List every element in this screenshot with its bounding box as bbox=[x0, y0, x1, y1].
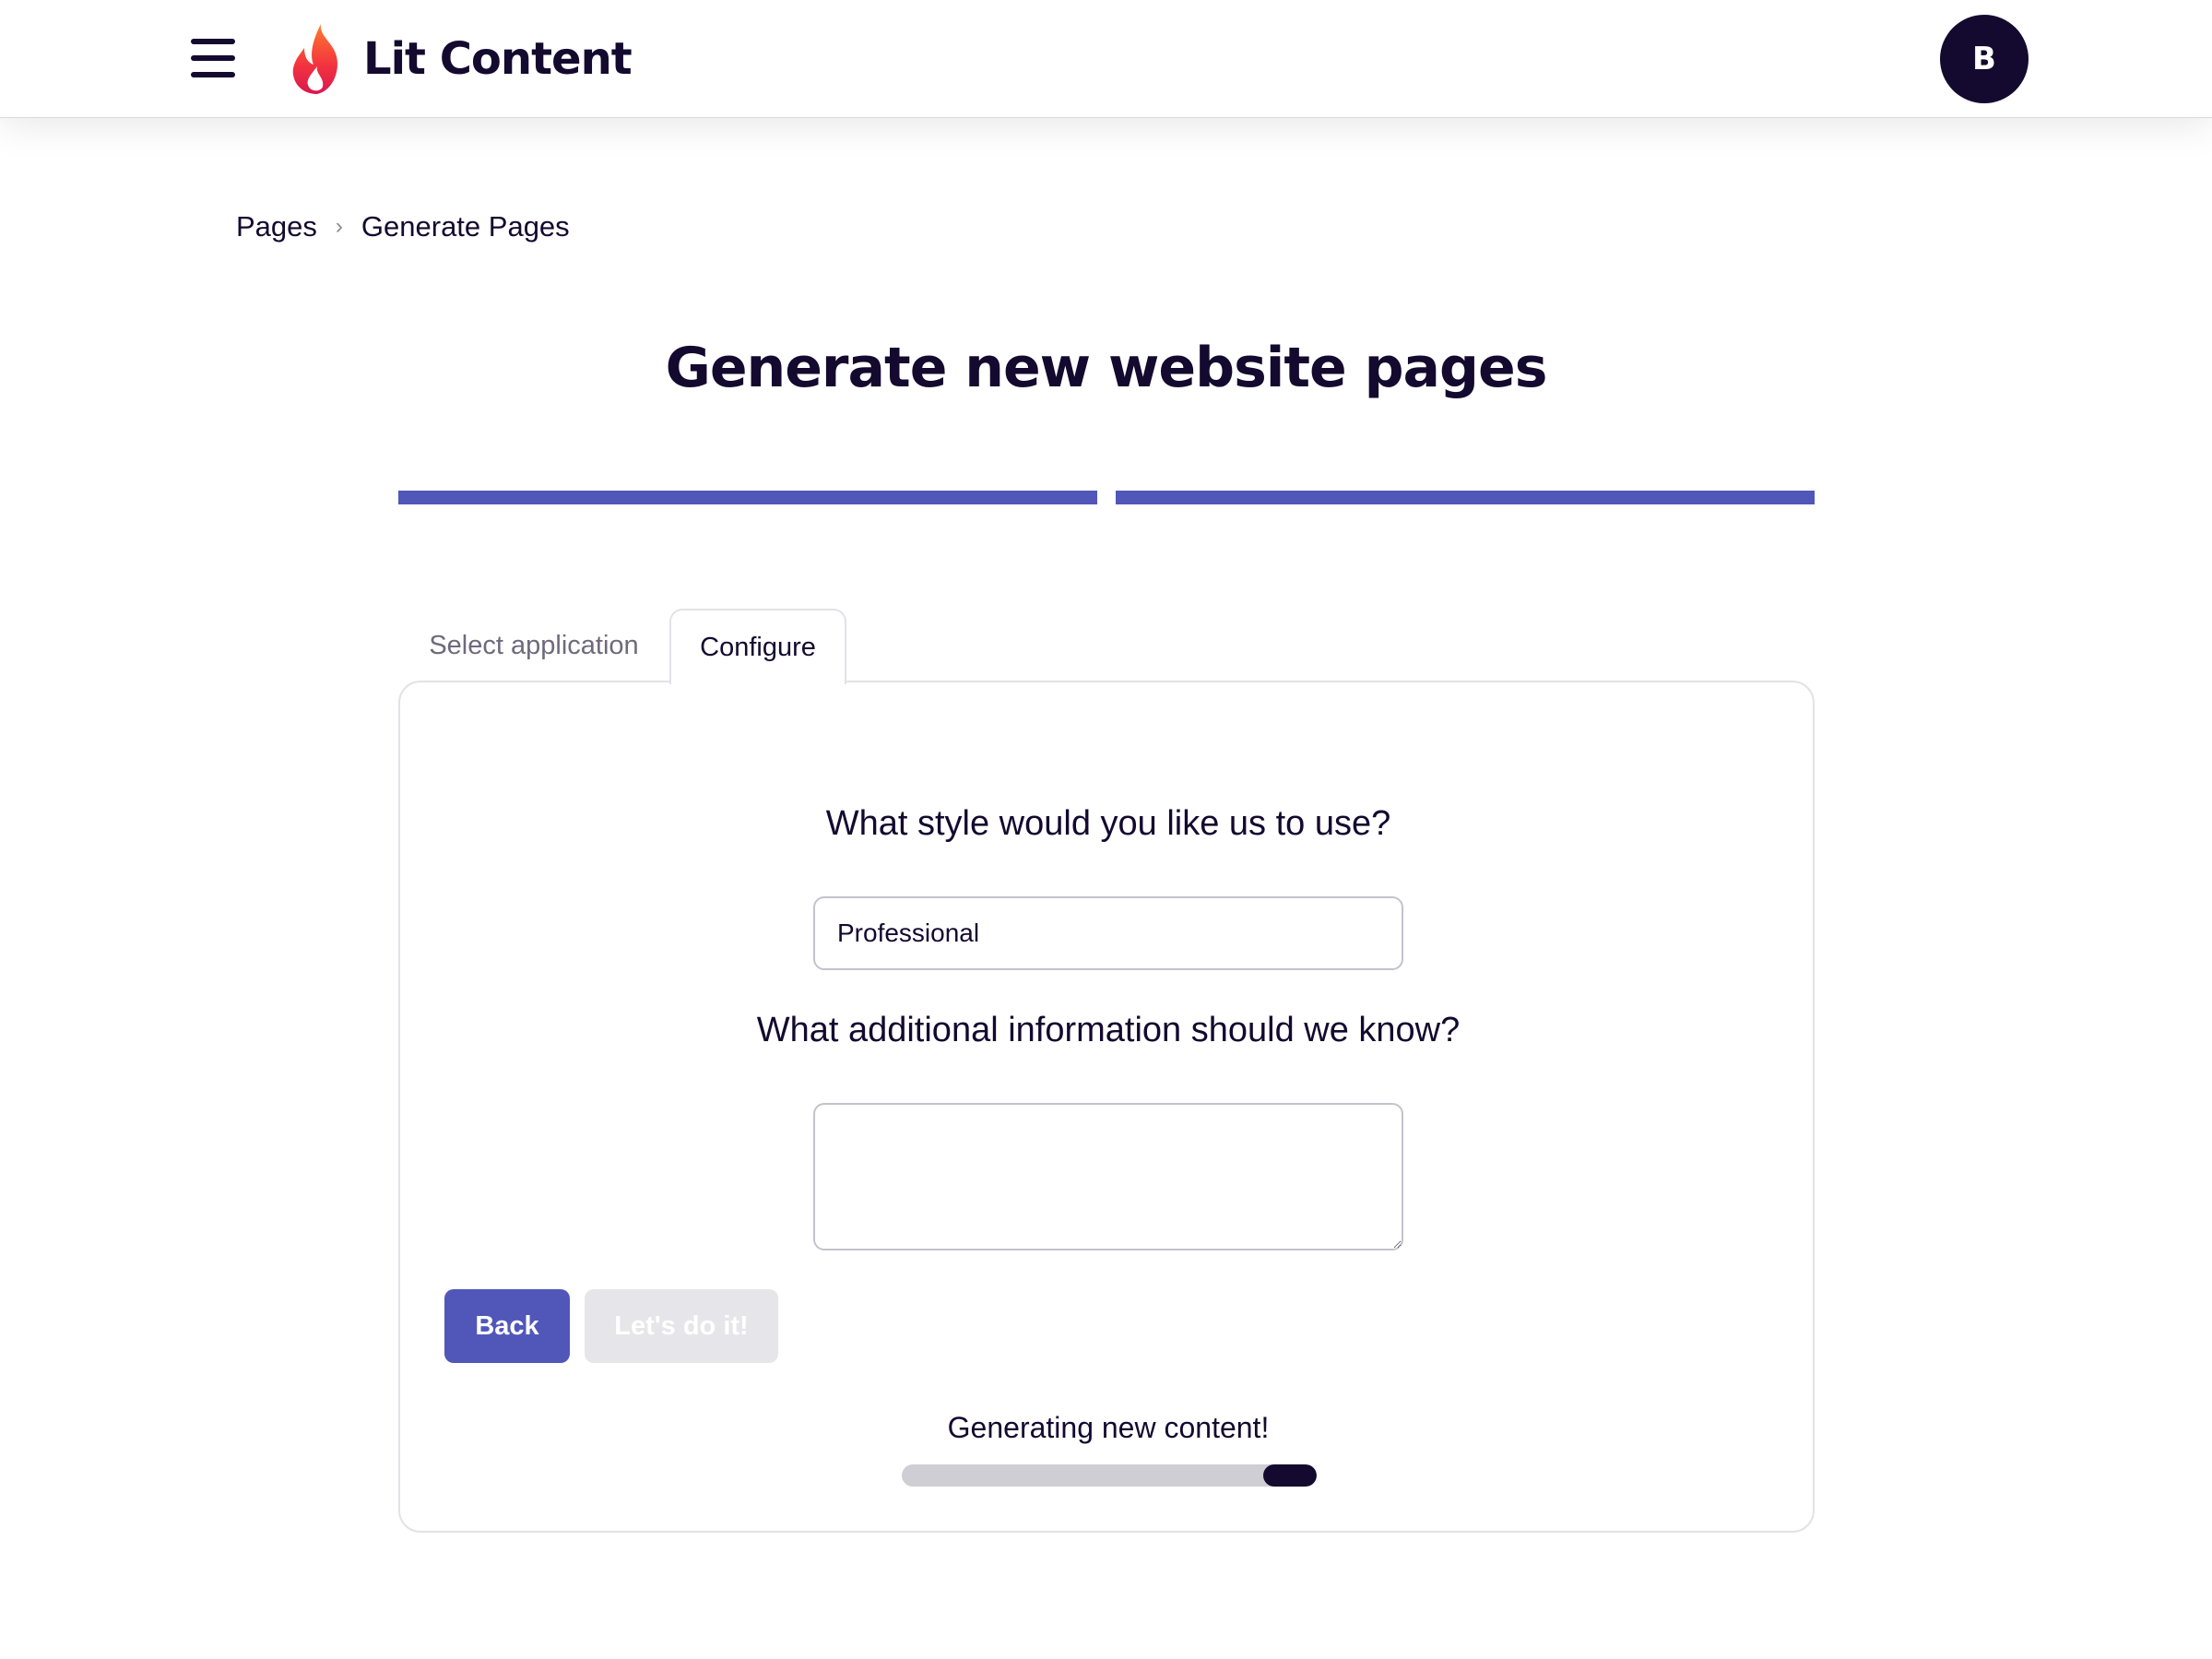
breadcrumb: Pages › Generate Pages bbox=[236, 210, 570, 243]
generation-progress-fill bbox=[1262, 1464, 1317, 1487]
generation-status-text: Generating new content! bbox=[947, 1411, 1270, 1444]
hamburger-menu-icon[interactable] bbox=[187, 35, 239, 81]
tab-select-application[interactable]: Select application bbox=[398, 609, 669, 682]
page-title: Generate new website pages bbox=[665, 336, 1548, 400]
chevron-right-icon: › bbox=[335, 214, 343, 239]
top-navigation-bar: Lit Content B bbox=[0, 0, 2212, 118]
additional-info-question-label: What additional information should we kn… bbox=[756, 1011, 1461, 1049]
step-indicator-1 bbox=[398, 491, 1097, 504]
style-question-label: What style would you like us to use? bbox=[825, 804, 1391, 843]
breadcrumb-item-pages[interactable]: Pages bbox=[236, 210, 317, 243]
configure-panel: What style would you like us to use? Wha… bbox=[398, 681, 1815, 1533]
additional-info-textarea[interactable] bbox=[813, 1103, 1403, 1250]
breadcrumb-item-generate-pages[interactable]: Generate Pages bbox=[361, 210, 570, 243]
step-indicator-2 bbox=[1116, 491, 1815, 504]
app-logo[interactable]: Lit Content bbox=[288, 22, 633, 96]
flame-icon bbox=[292, 24, 337, 94]
back-button[interactable]: Back bbox=[444, 1289, 570, 1363]
user-avatar[interactable]: B bbox=[1940, 15, 2029, 103]
app-name: Lit Content bbox=[363, 33, 633, 85]
tab-configure[interactable]: Configure bbox=[669, 609, 846, 684]
style-input[interactable] bbox=[813, 896, 1403, 970]
generation-progress-bar bbox=[902, 1464, 1317, 1487]
submit-button[interactable]: Let's do it! bbox=[585, 1289, 778, 1363]
